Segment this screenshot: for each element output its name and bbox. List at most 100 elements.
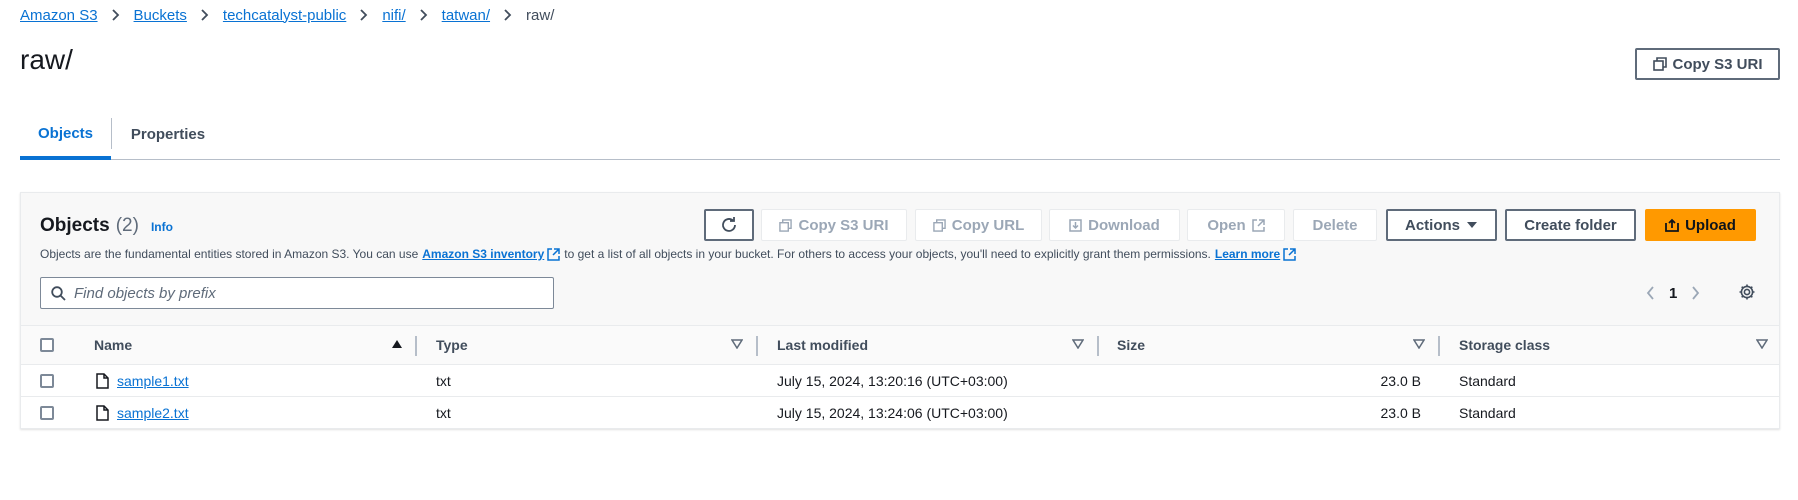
type-cell: txt (436, 404, 451, 421)
search-field[interactable] (40, 277, 554, 309)
type-cell: txt (436, 372, 451, 389)
sort-icon[interactable] (1072, 339, 1084, 349)
open-label: Open (1207, 216, 1246, 234)
objects-count: (2) (115, 215, 139, 236)
search-icon (51, 285, 66, 301)
breadcrumb-current: raw/ (526, 6, 555, 24)
tab-properties[interactable]: Properties (112, 110, 224, 159)
chevron-left-icon[interactable] (1646, 286, 1655, 300)
breadcrumb-item-bucket[interactable]: techcatalyst-public (223, 7, 346, 24)
pagination: 1 (1646, 277, 1700, 309)
objects-panel: Objects (2) Info Objects are the fundame… (20, 192, 1780, 429)
copy-url-label: Copy URL (951, 216, 1025, 234)
open-button[interactable]: Open (1187, 209, 1285, 241)
delete-label: Delete (1312, 216, 1358, 234)
last-modified-cell: July 15, 2024, 13:24:06 (UTC+03:00) (777, 404, 1008, 421)
create-folder-label: Create folder (1524, 216, 1617, 234)
tab-objects[interactable]: Objects (20, 110, 111, 160)
upload-button[interactable]: Upload (1645, 209, 1756, 241)
column-header-type[interactable]: Type (436, 326, 468, 364)
sort-icon[interactable] (731, 339, 743, 349)
breadcrumb: Amazon S3 Buckets techcatalyst-public ni… (20, 4, 554, 26)
sort-icon[interactable] (1756, 339, 1768, 349)
row-checkbox[interactable] (40, 373, 54, 388)
row-select-cell (40, 365, 54, 396)
page-title: raw/ (20, 44, 73, 75)
actions-label: Actions (1404, 216, 1460, 234)
column-resizer[interactable] (415, 336, 417, 356)
copy-icon (1652, 57, 1667, 71)
upload-label: Upload (1685, 216, 1736, 234)
sort-icon[interactable] (1413, 339, 1425, 349)
caret-down-icon (1467, 222, 1477, 228)
table-header: Name Type Last modified Size Storage cla… (21, 325, 1779, 365)
info-link[interactable]: Info (151, 220, 173, 234)
chevron-right-icon (187, 9, 223, 21)
select-all-cell (40, 326, 54, 364)
chevron-right-icon (490, 9, 526, 21)
column-header-last-modified[interactable]: Last modified (777, 326, 868, 364)
chevron-right-icon (346, 9, 382, 21)
s3-inventory-link-label: Amazon S3 inventory (422, 247, 545, 261)
copy-url-button[interactable]: Copy URL (915, 209, 1042, 241)
tab-list: Objects Properties (20, 110, 1780, 160)
actions-dropdown-button[interactable]: Actions (1386, 209, 1497, 241)
copy-s3-uri-toolbar-label: Copy S3 URI (798, 216, 889, 234)
objects-table: Name Type Last modified Size Storage cla… (21, 325, 1779, 429)
copy-icon (779, 218, 793, 232)
breadcrumb-item-amazon-s3[interactable]: Amazon S3 (20, 7, 98, 24)
download-label: Download (1088, 216, 1160, 234)
last-modified-cell: July 15, 2024, 13:20:16 (UTC+03:00) (777, 372, 1008, 389)
s3-inventory-link[interactable]: Amazon S3 inventory (422, 247, 561, 261)
objects-panel-header: Objects (2) Info (40, 215, 173, 237)
column-header-storage-class[interactable]: Storage class (1459, 326, 1550, 364)
external-link-icon (547, 247, 561, 261)
search-input[interactable] (74, 284, 553, 302)
column-header-size[interactable]: Size (1117, 326, 1145, 364)
refresh-icon (722, 217, 736, 232)
table-row[interactable]: sample1.txt txt July 15, 2024, 13:20:16 … (21, 365, 1779, 397)
sort-ascending-icon[interactable] (391, 339, 403, 349)
external-link-icon (1283, 247, 1296, 261)
gear-icon[interactable] (1738, 283, 1756, 301)
column-resizer[interactable] (1097, 336, 1099, 356)
column-resizer[interactable] (1438, 336, 1440, 356)
breadcrumb-item-buckets[interactable]: Buckets (134, 7, 187, 24)
chevron-right-icon (98, 9, 134, 21)
row-select-cell (40, 397, 54, 428)
file-icon (96, 404, 109, 421)
column-header-name[interactable]: Name (94, 326, 132, 364)
create-folder-button[interactable]: Create folder (1505, 209, 1636, 241)
breadcrumb-item-nifi[interactable]: nifi/ (382, 7, 405, 24)
current-page-number[interactable]: 1 (1669, 285, 1677, 302)
row-checkbox[interactable] (40, 405, 54, 420)
table-row[interactable]: sample2.txt txt July 15, 2024, 13:24:06 … (21, 397, 1779, 429)
learn-more-link[interactable]: Learn more (1215, 247, 1296, 261)
storage-class-cell: Standard (1459, 372, 1516, 389)
chevron-right-icon (406, 9, 442, 21)
delete-button[interactable]: Delete (1293, 209, 1377, 241)
refresh-button[interactable] (704, 209, 754, 241)
copy-s3-uri-button[interactable]: Copy S3 URI (1635, 48, 1780, 80)
upload-icon (1665, 218, 1679, 232)
column-resizer[interactable] (756, 336, 758, 356)
objects-panel-description: Objects are the fundamental entities sto… (40, 247, 1300, 261)
breadcrumb-item-tatwan[interactable]: tatwan/ (442, 7, 490, 24)
size-cell: 23.0 B (1380, 404, 1421, 421)
objects-panel-title: Objects (40, 215, 110, 236)
object-name-link[interactable]: sample1.txt (117, 373, 189, 389)
select-all-checkbox[interactable] (40, 338, 54, 352)
description-text-after: to get a list of all objects in your buc… (564, 247, 1211, 261)
file-icon (96, 372, 109, 389)
copy-icon (932, 218, 946, 232)
download-button[interactable]: Download (1049, 209, 1180, 241)
copy-s3-uri-label: Copy S3 URI (1672, 55, 1763, 73)
chevron-right-icon[interactable] (1691, 286, 1700, 300)
name-cell: sample2.txt (96, 397, 189, 428)
copy-s3-uri-toolbar-button[interactable]: Copy S3 URI (761, 209, 907, 241)
download-icon (1069, 218, 1082, 232)
description-text-before: Objects are the fundamental entities sto… (40, 247, 419, 261)
learn-more-link-label: Learn more (1214, 247, 1281, 261)
size-cell: 23.0 B (1380, 372, 1421, 389)
object-name-link[interactable]: sample2.txt (117, 405, 189, 421)
